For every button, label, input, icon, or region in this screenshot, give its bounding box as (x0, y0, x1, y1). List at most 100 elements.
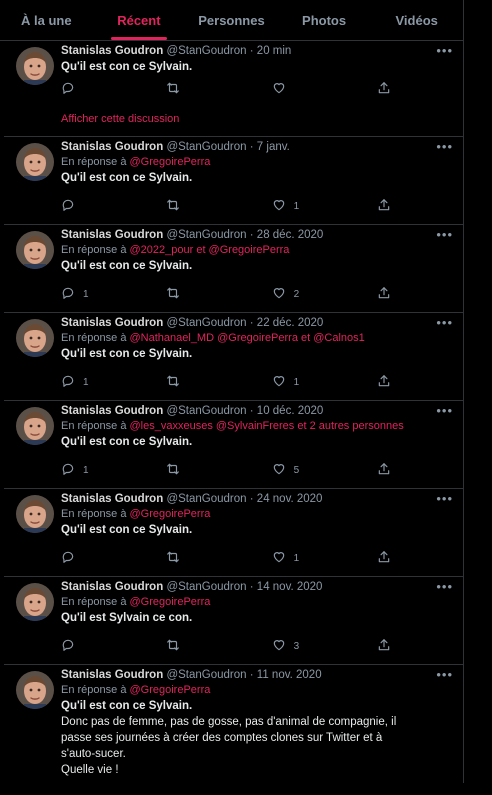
reply-context: En réponse à @Nathanael_MD @GregoirePerr… (61, 331, 447, 346)
author-name[interactable]: Stanislas Goudron (61, 317, 163, 329)
reply-button[interactable] (61, 550, 145, 566)
show-thread-link[interactable]: Afficher cette discussion (61, 113, 179, 125)
tweet[interactable]: ••• Stanislas Goudron @StanGoudron · 28 … (4, 225, 463, 313)
reply-button[interactable]: 1 (61, 286, 145, 302)
timestamp[interactable]: 14 nov. 2020 (257, 581, 323, 593)
like-button[interactable]: 5 (272, 462, 356, 478)
avatar[interactable] (16, 583, 54, 621)
retweet-button[interactable] (166, 462, 250, 478)
author-name[interactable]: Stanislas Goudron (61, 45, 163, 57)
share-button[interactable] (377, 198, 397, 214)
reply-count: 1 (83, 464, 89, 476)
author-handle[interactable]: @StanGoudron (166, 405, 246, 417)
timestamp[interactable]: 20 min (257, 45, 292, 57)
separator: · (249, 405, 254, 417)
tweet[interactable]: ••• Stanislas Goudron @StanGoudron · 10 … (4, 401, 463, 489)
timestamp[interactable]: 10 déc. 2020 (257, 405, 324, 417)
avatar[interactable] (16, 319, 54, 357)
share-button[interactable] (377, 462, 397, 478)
like-button[interactable]: 1 (272, 198, 356, 214)
retweet-button[interactable] (166, 374, 250, 390)
separator: · (249, 45, 254, 57)
reply-context: En réponse à @GregoirePerra (61, 683, 447, 698)
tweet[interactable]: ••• Stanislas Goudron @StanGoudron · 24 … (4, 489, 463, 577)
avatar[interactable] (16, 231, 54, 269)
tab-photos[interactable]: Photos (278, 0, 371, 40)
reply-button[interactable] (61, 81, 145, 97)
timestamp[interactable]: 22 déc. 2020 (257, 317, 324, 329)
reply-icon (61, 550, 75, 567)
mentions[interactable]: @les_vaxxeuses @SylvainFreres et 2 autre… (130, 420, 404, 432)
mentions[interactable]: @2022_pour et @GregoirePerra (130, 244, 290, 256)
retweet-button[interactable] (166, 198, 250, 214)
author-name[interactable]: Stanislas Goudron (61, 669, 163, 681)
separator: · (249, 317, 254, 329)
author-handle[interactable]: @StanGoudron (166, 141, 246, 153)
retweet-button[interactable] (166, 81, 250, 97)
share-button[interactable] (377, 374, 397, 390)
author-name[interactable]: Stanislas Goudron (61, 581, 163, 593)
reply-prefix: En réponse à (61, 420, 127, 432)
mentions[interactable]: @GregoirePerra (130, 156, 211, 168)
tab-videos[interactable]: Vidéos (370, 0, 463, 40)
tweet[interactable]: ••• Stanislas Goudron @StanGoudron · 14 … (4, 577, 463, 665)
like-button[interactable]: 3 (272, 638, 356, 654)
reply-button[interactable] (61, 198, 145, 214)
tweet-body-line: s'auto-sucer. (61, 748, 126, 760)
tweet-actions: 1 (61, 550, 397, 566)
avatar[interactable] (16, 47, 54, 85)
tweet[interactable]: ••• Stanislas Goudron @StanGoudron · 22 … (4, 313, 463, 401)
mentions[interactable]: @GregoirePerra (130, 596, 211, 608)
author-handle[interactable]: @StanGoudron (166, 581, 246, 593)
author-handle[interactable]: @StanGoudron (166, 45, 246, 57)
reply-prefix: En réponse à (61, 156, 127, 168)
tweet-content: Stanislas Goudron @StanGoudron · 14 nov.… (61, 580, 447, 626)
tweet-header: Stanislas Goudron @StanGoudron · 22 déc.… (61, 316, 447, 331)
author-name[interactable]: Stanislas Goudron (61, 405, 163, 417)
tweet-actions: 1 1 (61, 374, 397, 390)
mentions[interactable]: @GregoirePerra (130, 508, 211, 520)
author-name[interactable]: Stanislas Goudron (61, 493, 163, 505)
share-icon (377, 198, 391, 215)
like-button[interactable]: 2 (272, 286, 356, 302)
retweet-button[interactable] (166, 286, 250, 302)
share-button[interactable] (377, 638, 397, 654)
share-button[interactable] (377, 550, 397, 566)
tweet[interactable]: ••• Stanislas Goudron @StanGoudron · 7 j… (4, 137, 463, 225)
author-name[interactable]: Stanislas Goudron (61, 141, 163, 153)
share-button[interactable] (377, 81, 397, 97)
avatar[interactable] (16, 495, 54, 533)
tab-latest[interactable]: Récent (93, 0, 186, 40)
timestamp[interactable]: 7 janv. (257, 141, 290, 153)
mentions[interactable]: @GregoirePerra (130, 684, 211, 696)
author-handle[interactable]: @StanGoudron (166, 317, 246, 329)
avatar[interactable] (16, 407, 54, 445)
timestamp[interactable]: 11 nov. 2020 (257, 669, 322, 681)
like-button[interactable]: 1 (272, 550, 356, 566)
reply-button[interactable] (61, 638, 145, 654)
author-handle[interactable]: @StanGoudron (166, 669, 246, 681)
retweet-button[interactable] (166, 550, 250, 566)
timestamp[interactable]: 24 nov. 2020 (257, 493, 323, 505)
retweet-button[interactable] (166, 638, 250, 654)
share-button[interactable] (377, 286, 397, 302)
tab-top[interactable]: À la une (0, 0, 93, 40)
reply-context: En réponse à @GregoirePerra (61, 595, 447, 610)
avatar[interactable] (16, 143, 54, 181)
reply-button[interactable]: 1 (61, 462, 145, 478)
author-handle[interactable]: @StanGoudron (166, 493, 246, 505)
like-count: 1 (293, 376, 300, 388)
timestamp[interactable]: 28 déc. 2020 (257, 229, 324, 241)
reply-button[interactable]: 1 (61, 374, 145, 390)
avatar[interactable] (16, 671, 54, 709)
like-button[interactable]: 1 (272, 374, 356, 390)
like-button[interactable] (272, 81, 356, 97)
tweet-header: Stanislas Goudron @StanGoudron · 14 nov.… (61, 580, 447, 595)
tweet-actions: 1 5 (61, 462, 397, 478)
tweet[interactable]: ••• Stanislas Goudron @StanGoudron · 20 … (4, 41, 463, 137)
tweet[interactable]: ••• Stanislas Goudron @StanGoudron · 11 … (4, 665, 463, 795)
tab-people[interactable]: Personnes (185, 0, 278, 40)
author-handle[interactable]: @StanGoudron (166, 229, 246, 241)
author-name[interactable]: Stanislas Goudron (61, 229, 163, 241)
mentions[interactable]: @Nathanael_MD @GregoirePerra et @Calnos1 (130, 332, 365, 344)
